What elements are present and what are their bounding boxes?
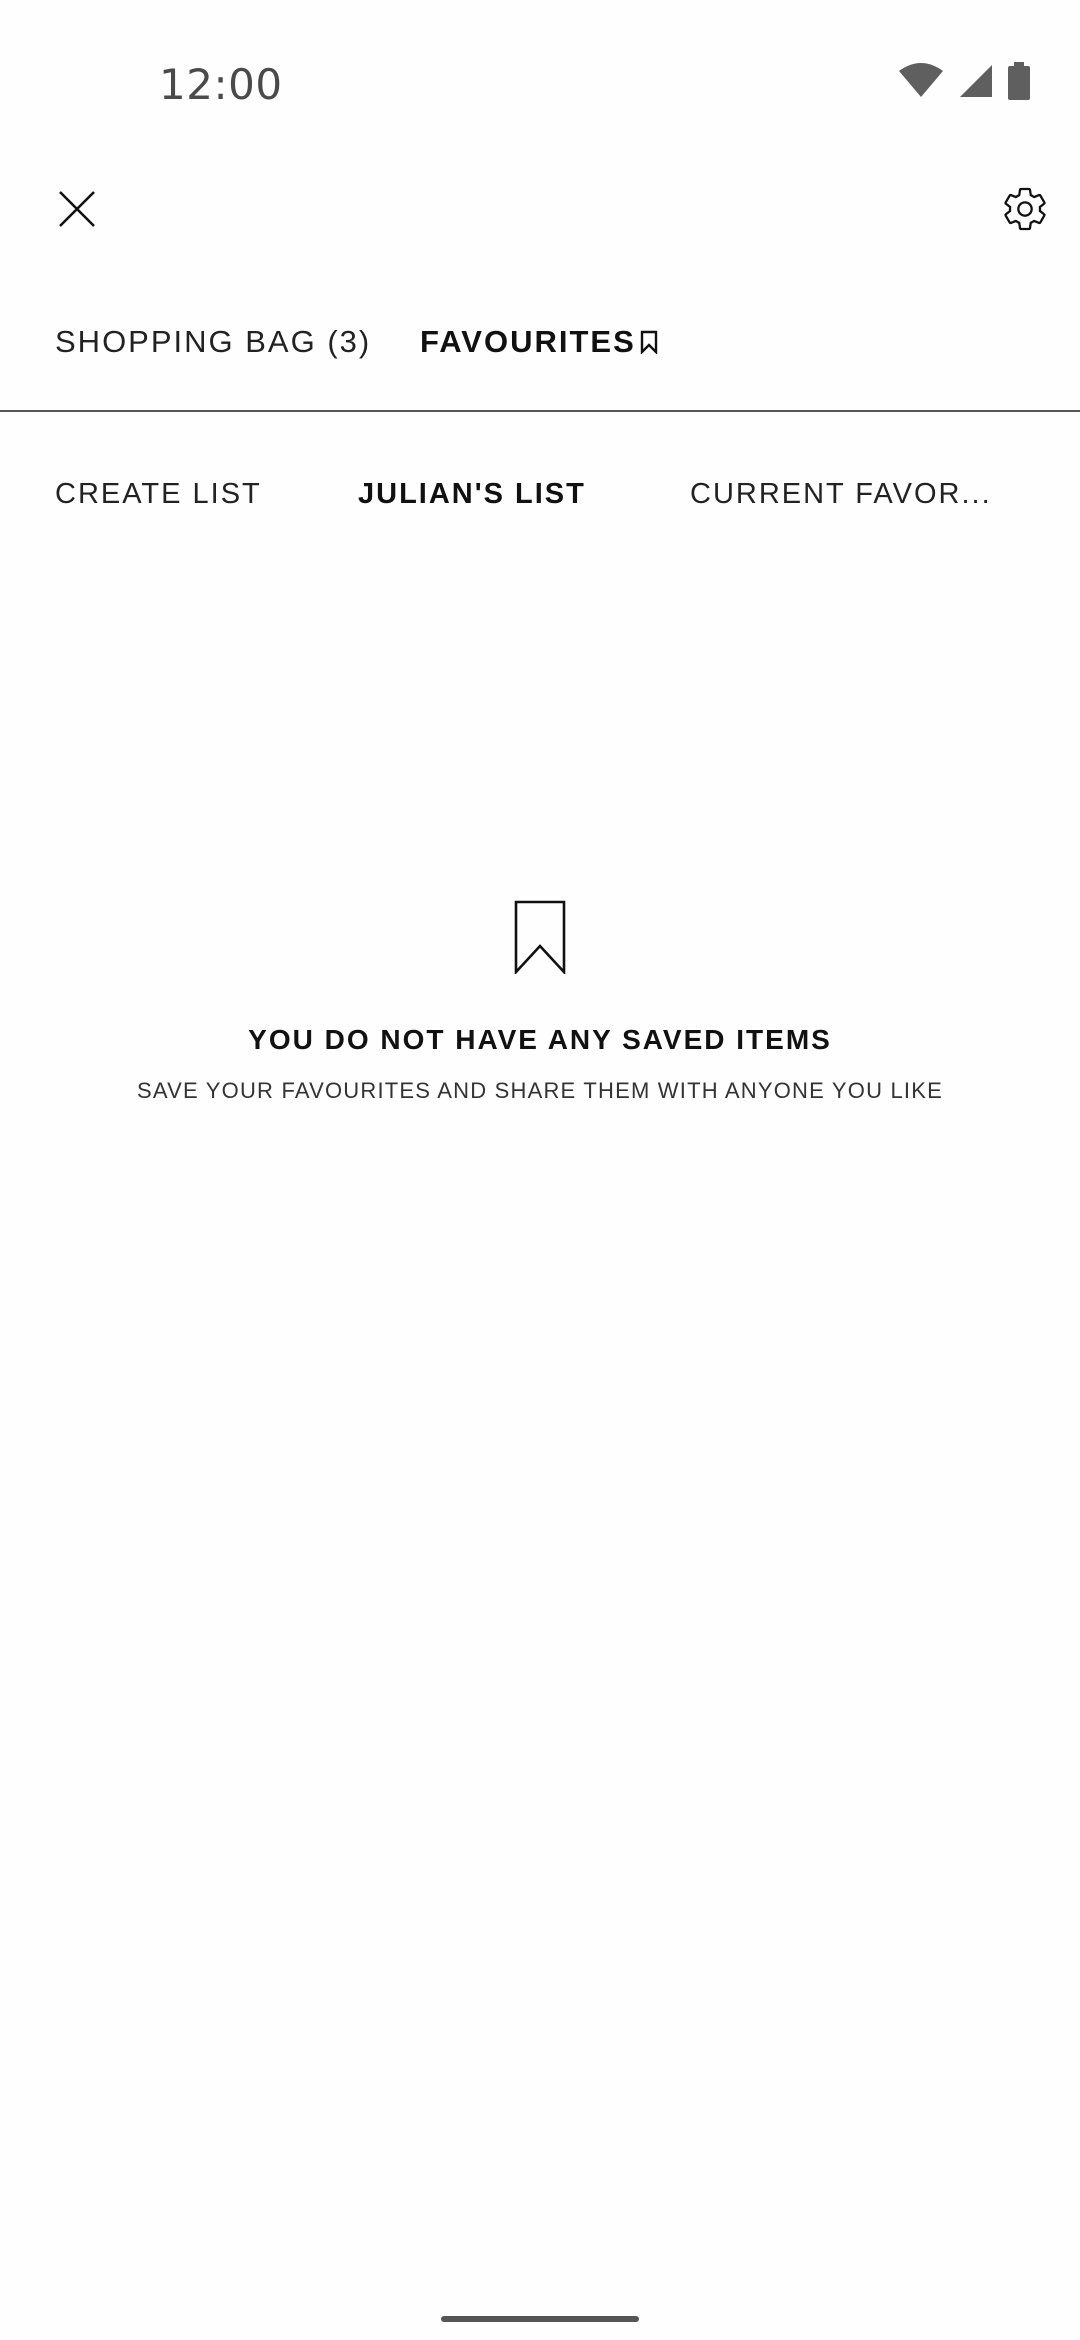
- tab-shopping-bag-label: SHOPPING BAG (3): [55, 324, 372, 359]
- tab-julians-list[interactable]: JULIAN'S LIST: [358, 478, 586, 511]
- home-indicator[interactable]: [441, 2316, 639, 2322]
- tab-current-favourites[interactable]: CURRENT FAVOR...: [690, 478, 992, 511]
- bookmark-icon: [0, 900, 1080, 974]
- battery-icon: [1008, 62, 1030, 105]
- status-time: 12:00: [159, 60, 283, 109]
- toolbar: [0, 160, 1080, 290]
- tab-favourites-label: FAVOURITES: [420, 324, 636, 359]
- cellular-signal-icon: [958, 63, 994, 104]
- close-button[interactable]: [42, 176, 112, 246]
- empty-state: YOU DO NOT HAVE ANY SAVED ITEMS SAVE YOU…: [0, 900, 1080, 1104]
- empty-state-title: YOU DO NOT HAVE ANY SAVED ITEMS: [248, 1024, 832, 1055]
- wifi-icon: [898, 63, 944, 104]
- gear-icon: [1000, 184, 1050, 239]
- status-icons: [898, 62, 1030, 105]
- tab-create-list[interactable]: CREATE LIST: [55, 478, 262, 511]
- close-icon: [57, 189, 97, 234]
- list-tabs: CREATE LIST JULIAN'S LIST CURRENT FAVOR.…: [0, 470, 1080, 530]
- empty-state-subtitle: SAVE YOUR FAVOURITES AND SHARE THEM WITH…: [137, 1078, 943, 1103]
- main-tabs: SHOPPING BAG (3) FAVOURITES: [0, 300, 1080, 412]
- settings-button[interactable]: [990, 176, 1060, 246]
- screen: 12:00 SHOPPING BAG (3) FAVOURITES CREATE…: [0, 0, 1080, 2340]
- tab-shopping-bag[interactable]: SHOPPING BAG (3): [55, 324, 371, 360]
- status-bar: 12:00: [0, 0, 1080, 170]
- tab-favourites[interactable]: FAVOURITES: [420, 324, 658, 360]
- bookmark-icon: [640, 330, 658, 354]
